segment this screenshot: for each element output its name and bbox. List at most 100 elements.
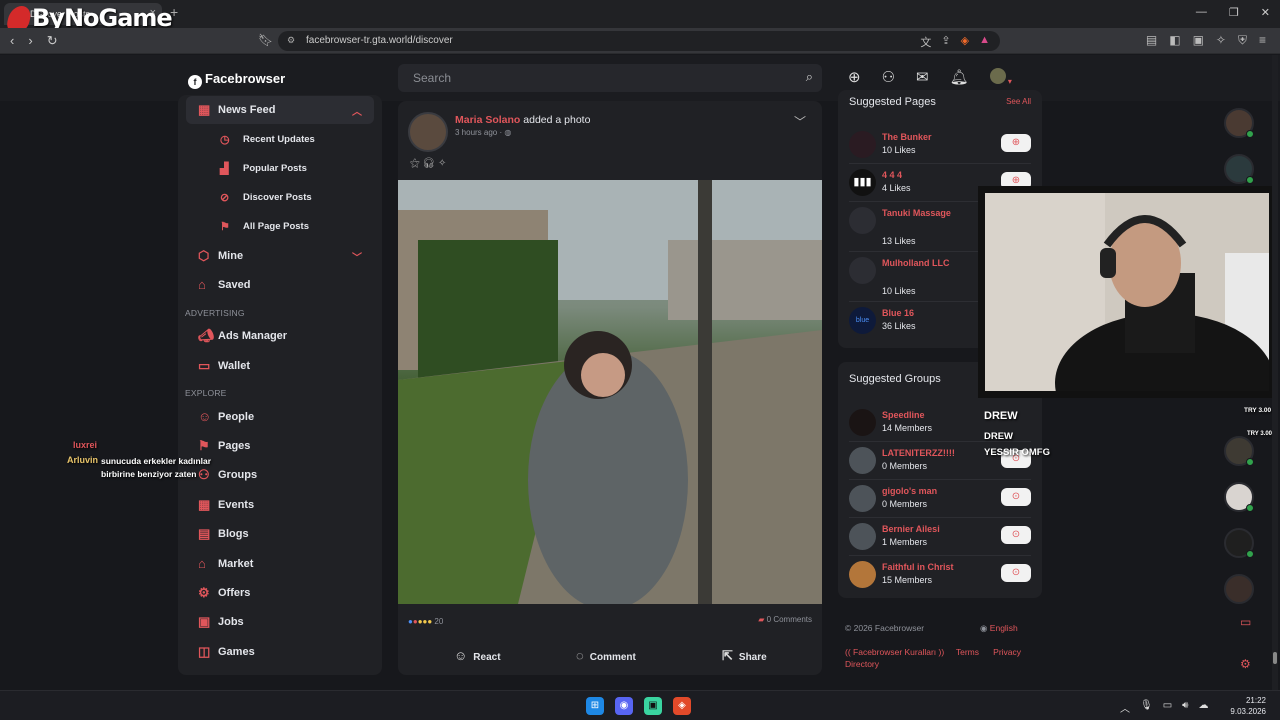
url-field[interactable]: ⚙ facebrowser-tr.gta.world/discover 文 ⇪ … bbox=[278, 31, 1000, 51]
menu-icon[interactable]: ≡ bbox=[1259, 33, 1266, 48]
media-icon[interactable]: ▤ bbox=[1146, 33, 1157, 48]
sidebar-item-people[interactable]: ☺ People bbox=[186, 403, 374, 431]
friends-icon[interactable]: ⚇ bbox=[882, 68, 895, 88]
post-author-name[interactable]: Maria Solano bbox=[455, 114, 520, 126]
language-selector[interactable]: ◉ English bbox=[980, 623, 1018, 634]
wallet-ext-icon[interactable]: ▣ bbox=[1193, 33, 1204, 48]
terms-link[interactable]: Terms bbox=[956, 647, 979, 657]
minimize-button[interactable]: — bbox=[1196, 6, 1207, 19]
brand-logo[interactable]: f Facebrowser bbox=[188, 71, 285, 89]
discord-icon[interactable]: ◉ bbox=[615, 697, 633, 715]
page-name[interactable]: 4 4 4 bbox=[882, 170, 902, 180]
share-button[interactable]: ⇱ Share bbox=[722, 648, 767, 664]
contact-avatar[interactable] bbox=[1224, 108, 1254, 138]
page-name[interactable]: Blue 16 bbox=[882, 308, 914, 318]
rules-link[interactable]: (( Facebrowser Kuralları )) bbox=[845, 647, 944, 657]
bookmark-icon[interactable]: 🔖︎ bbox=[258, 33, 273, 47]
page-avatar[interactable] bbox=[849, 131, 876, 158]
sidebar-sub-recent-updates[interactable]: ◷ Recent Updates bbox=[218, 134, 315, 146]
share-url-icon[interactable]: ⇪ bbox=[941, 34, 950, 50]
chevron-down-icon[interactable]: ﹀ bbox=[352, 249, 362, 264]
sidebar-item-games[interactable]: ◫ Games bbox=[186, 638, 374, 666]
brave-shield-icon[interactable]: ◈ bbox=[961, 34, 969, 50]
tray-overflow-icon[interactable]: ︿ bbox=[1120, 700, 1130, 715]
group-avatar[interactable] bbox=[849, 523, 876, 550]
sidebar-item-offers[interactable]: ⚙ Offers bbox=[186, 579, 374, 607]
settings-gear-icon[interactable]: ⚙ bbox=[1240, 657, 1251, 671]
reaction-summary[interactable]: ●●●●● 20 bbox=[408, 617, 443, 626]
messages-icon[interactable]: ✉ bbox=[916, 68, 929, 88]
reload-icon[interactable]: ↻ bbox=[47, 33, 58, 49]
group-name[interactable]: Speedline bbox=[882, 410, 925, 420]
chevron-up-icon[interactable]: ︿ bbox=[352, 103, 362, 118]
page-avatar[interactable] bbox=[849, 207, 876, 234]
contact-avatar[interactable] bbox=[1224, 482, 1254, 512]
see-all-link[interactable]: See All bbox=[1006, 97, 1031, 106]
sidebar-sub-discover-posts[interactable]: ⊘ Discover Posts bbox=[218, 192, 312, 204]
maximize-button[interactable]: ❐ bbox=[1229, 6, 1239, 19]
group-avatar[interactable] bbox=[849, 485, 876, 512]
scrollbar-thumb[interactable] bbox=[1273, 652, 1277, 664]
windows-start-icon[interactable]: ⊞ bbox=[586, 697, 604, 715]
join-group-button[interactable]: ⊙ bbox=[1001, 564, 1031, 582]
group-name[interactable]: gigolo's man bbox=[882, 486, 937, 496]
search-input[interactable]: Search ⌕ bbox=[398, 64, 822, 92]
privacy-link[interactable]: Privacy bbox=[993, 647, 1021, 657]
display-icon[interactable]: ▭ bbox=[1163, 700, 1172, 715]
group-name[interactable]: Bernier Ailesi bbox=[882, 524, 940, 534]
contact-avatar[interactable] bbox=[1224, 528, 1254, 558]
page-name[interactable]: Mulholland LLC bbox=[882, 258, 950, 268]
notifications-icon[interactable]: 🔔︎ bbox=[950, 68, 969, 88]
group-avatar[interactable] bbox=[849, 447, 876, 474]
translate-icon[interactable]: 文 bbox=[920, 34, 931, 50]
sidebar-item-mine[interactable]: ⬡ Mine ﹀ bbox=[186, 242, 374, 270]
taskbar-clock[interactable]: 21:22 9.03.2026 bbox=[1230, 695, 1266, 717]
sidebar-item-events[interactable]: ▦ Events bbox=[186, 491, 374, 519]
sidebar-item-wallet[interactable]: ▭ Wallet bbox=[186, 352, 374, 380]
group-avatar[interactable] bbox=[849, 561, 876, 588]
post-author-avatar[interactable] bbox=[408, 112, 448, 152]
sidebar-item-market[interactable]: ⌂ Market bbox=[186, 550, 374, 578]
join-group-button[interactable]: ⊙ bbox=[1001, 526, 1031, 544]
chat-bubble-icon[interactable]: ▭ bbox=[1240, 615, 1251, 629]
like-page-button[interactable]: ⊕ bbox=[1001, 134, 1031, 152]
group-name[interactable]: LATENITERZZ!!!! bbox=[882, 448, 955, 458]
post-options-chevron-icon[interactable]: ﹀ bbox=[794, 113, 806, 130]
volume-icon[interactable]: 🔊︎ bbox=[1182, 700, 1188, 715]
brave-browser-icon[interactable]: ◈ bbox=[673, 697, 691, 715]
join-group-button[interactable]: ⊙ bbox=[1001, 488, 1031, 506]
site-info-icon[interactable]: ⚙ bbox=[287, 35, 295, 46]
page-scrollbar[interactable] bbox=[1272, 55, 1278, 690]
forward-icon[interactable]: › bbox=[28, 33, 32, 49]
back-icon[interactable]: ‹ bbox=[10, 33, 14, 49]
react-button[interactable]: ☺ React bbox=[454, 648, 501, 663]
profile-avatar[interactable]: ▾ bbox=[989, 68, 1012, 88]
vpn-icon[interactable]: ⛨ bbox=[1238, 33, 1247, 48]
contact-avatar[interactable] bbox=[1224, 574, 1254, 604]
page-name[interactable]: Tanuki Massage bbox=[882, 208, 951, 218]
group-avatar[interactable] bbox=[849, 409, 876, 436]
contact-avatar[interactable] bbox=[1224, 436, 1254, 466]
sidebar-sub-popular-posts[interactable]: ▟ Popular Posts bbox=[218, 163, 307, 175]
page-avatar[interactable]: blue bbox=[849, 307, 876, 334]
sidebar-item-ads-manager[interactable]: 📣︎ Ads Manager bbox=[186, 322, 374, 350]
sidebar-item-saved[interactable]: ⌂ Saved bbox=[186, 271, 374, 299]
page-avatar[interactable]: ▮▮▮ bbox=[849, 169, 876, 196]
directory-link[interactable]: Directory bbox=[845, 659, 879, 669]
network-icon[interactable]: ☁ bbox=[1198, 700, 1208, 715]
ai-icon[interactable]: ✧ bbox=[1216, 33, 1226, 48]
post-photo[interactable] bbox=[398, 180, 822, 610]
brave-rewards-icon[interactable]: ▲ bbox=[979, 34, 990, 50]
close-window-button[interactable]: ✕ bbox=[1261, 6, 1270, 19]
sidebar-item-news-feed[interactable]: ▦ News Feed ︿ bbox=[186, 96, 374, 124]
microphone-icon[interactable]: 🎙︎ bbox=[1140, 700, 1153, 715]
sidebar-toggle-icon[interactable]: ◧ bbox=[1169, 33, 1180, 48]
contact-avatar[interactable] bbox=[1224, 154, 1254, 184]
create-post-icon[interactable]: ⊕ bbox=[848, 68, 861, 88]
sidebar-item-blogs[interactable]: ▤ Blogs bbox=[186, 520, 374, 548]
search-icon[interactable]: ⌕ bbox=[806, 69, 813, 85]
page-avatar[interactable] bbox=[849, 257, 876, 284]
app-icon[interactable]: ▣ bbox=[644, 697, 662, 715]
sidebar-sub-all-page-posts[interactable]: ⚑ All Page Posts bbox=[218, 221, 309, 233]
comment-count[interactable]: ▰ 0 Comments bbox=[758, 615, 812, 624]
